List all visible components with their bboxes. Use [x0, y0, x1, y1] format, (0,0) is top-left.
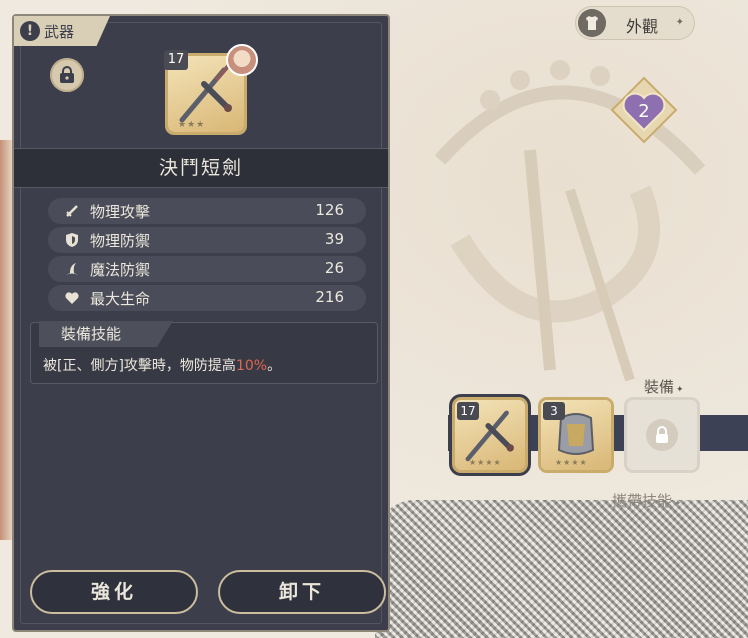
equip-slot-weapon[interactable]: 17 ★★★★ — [455, 400, 525, 470]
character-portrait-icon — [226, 44, 258, 76]
equip-skill-box: 裝備技能 被[正、側方]攻擊時，物防提高10%。 — [30, 321, 378, 384]
equip-section-label: 裝備 ✦ — [644, 376, 684, 397]
lock-button[interactable] — [50, 58, 84, 92]
equip-slot-locked[interactable] — [627, 400, 697, 470]
unequip-button[interactable]: 卸下 — [218, 570, 386, 614]
shirt-icon — [578, 9, 606, 37]
stat-row: 魔法防禦 26 — [48, 256, 366, 282]
stats-list: 物理攻擊 126 物理防禦 39 魔法防禦 26 最大生命 216 — [48, 198, 366, 314]
enhance-button[interactable]: 強化 — [30, 570, 198, 614]
magic-hat-icon — [66, 263, 78, 275]
heart-badge-value: 2 — [638, 101, 649, 122]
stat-label: 魔法防禦 — [90, 261, 151, 279]
skill-desc-highlight: 10% — [235, 358, 268, 374]
lock-icon — [60, 66, 74, 83]
appearance-label: 外觀 — [626, 17, 659, 36]
sword-icon — [66, 205, 78, 217]
skill-desc-end: 。 — [267, 358, 282, 374]
alert-icon: ! — [20, 21, 40, 41]
stat-label: 物理防禦 — [90, 232, 151, 250]
stat-value: 216 — [315, 288, 344, 306]
heart-rank-badge[interactable]: 2 — [610, 76, 678, 144]
stat-label: 最大生命 — [90, 290, 151, 308]
skill-description: 被[正、側方]攻擊時，物防提高10%。 — [43, 355, 281, 375]
category-tab: ! 武器 — [14, 16, 110, 46]
heart-icon — [65, 292, 79, 304]
appearance-button[interactable]: 外觀 ✦ — [575, 6, 695, 40]
weapon-name-bar: 決鬥短劍 — [14, 148, 388, 188]
emblem-watermark — [434, 60, 706, 382]
stat-row: 最大生命 216 — [48, 285, 366, 311]
weapon-stars: ★★★ — [178, 120, 206, 130]
carry-skill-section-label: 攜帶技能 ✦ — [612, 490, 682, 511]
weapon-name: 決鬥短劍 — [158, 157, 243, 179]
carry-label-text: 攜帶技能 — [612, 492, 673, 510]
diamond-icon: ✦ — [674, 499, 682, 509]
slot-stars: ★★★★ — [469, 458, 502, 467]
slot-stars: ★★★★ — [555, 458, 588, 467]
stat-value: 126 — [315, 201, 344, 219]
stat-label: 物理攻擊 — [90, 203, 151, 221]
equip-label-text: 裝備 — [644, 378, 675, 396]
stat-row: 物理防禦 39 — [48, 227, 366, 253]
slot-level-badge: 3 — [543, 402, 565, 420]
obscured-area — [375, 500, 748, 638]
stat-value: 26 — [324, 259, 344, 277]
slot-level-badge: 17 — [457, 402, 479, 420]
lock-icon — [646, 419, 678, 451]
weapon-detail-panel: ! 武器 ★★★ 17 決鬥短劍 物理攻擊 126 物理防禦 39 魔法防禦 2… — [12, 14, 390, 632]
skill-desc-text: 被[正、側方]攻擊時，物防提高 — [43, 358, 236, 374]
skill-tag: 裝備技能 — [39, 321, 173, 347]
stat-value: 39 — [324, 230, 344, 248]
category-label: 武器 — [44, 23, 75, 41]
skill-title: 裝備技能 — [61, 325, 122, 343]
diamond-icon: ✦ — [676, 385, 684, 395]
shield-icon — [66, 233, 78, 247]
weapon-level-badge: 17 — [164, 50, 188, 70]
stat-row: 物理攻擊 126 — [48, 198, 366, 224]
weapon-icon-frame: ★★★ 17 — [164, 44, 258, 136]
unequip-button-label: 卸下 — [278, 581, 325, 603]
equip-slot-armor[interactable]: 3 ★★★★ — [541, 400, 611, 470]
diamond-icon: ✦ — [675, 17, 684, 28]
enhance-button-label: 強化 — [90, 581, 137, 603]
